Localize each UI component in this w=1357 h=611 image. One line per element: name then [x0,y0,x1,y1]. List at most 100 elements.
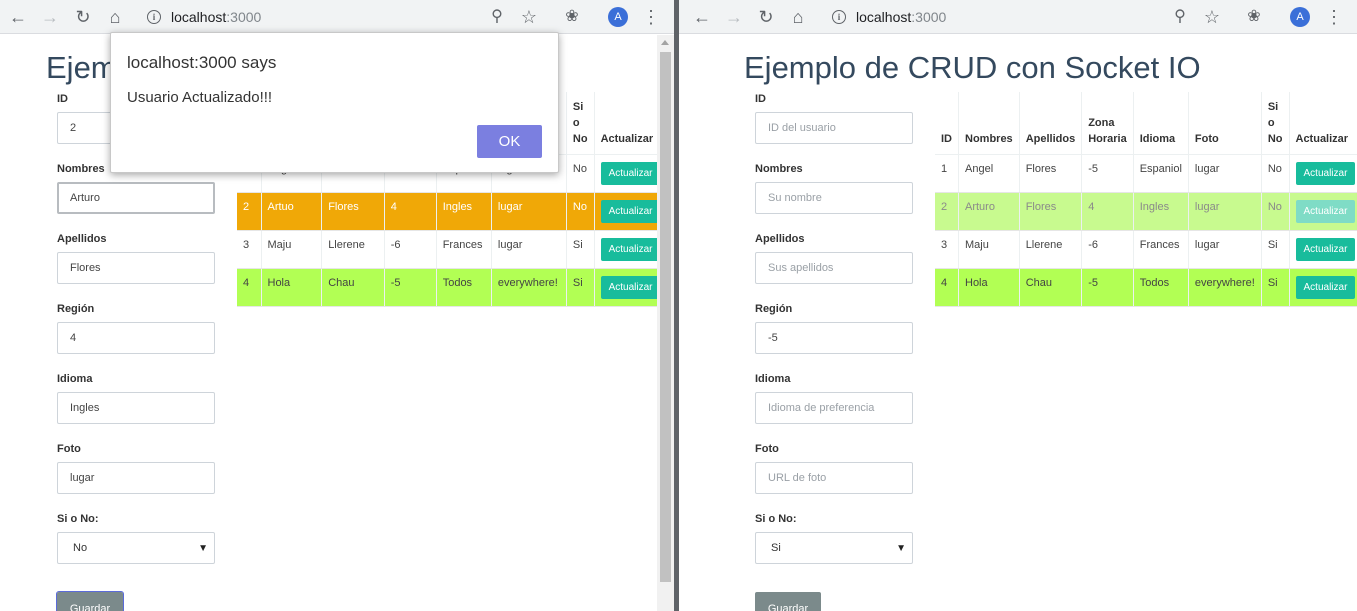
cell: Angel [958,154,1020,193]
cell: Llerene [321,230,385,269]
header-sino: Si o No [566,92,595,155]
alert-dialog: localhost:3000 says Usuario Actualizado!… [110,32,559,173]
menu-icon[interactable]: ⋮ [1322,5,1346,29]
apellidos-field[interactable] [755,252,913,284]
cell: Flores [321,192,385,231]
zoom-icon[interactable]: ⚲ [1168,5,1192,29]
actualizar-button[interactable]: Actualizar [1295,237,1356,261]
guardar-button[interactable]: Guardar [56,591,124,611]
cell: Si [1261,230,1290,269]
nombres-field[interactable] [755,182,913,214]
cell-action: Actualizar [1289,230,1357,269]
cell: Si [1261,268,1290,307]
url-host: localhost [856,9,912,25]
scroll-up-icon[interactable] [661,40,669,45]
apellidos-field[interactable] [57,252,215,284]
cell: Hola [958,268,1020,307]
id-field[interactable] [755,112,913,144]
cell: Flores [1019,154,1083,193]
cell-action: Actualizar [1289,154,1357,193]
star-icon[interactable]: ☆ [1200,5,1224,29]
extension-icon[interactable]: ❀ [1242,5,1266,29]
cell-action: Actualizar [1289,192,1357,231]
table-row: 3 Maju Llerene -6 Frances lugar Si Actua… [237,230,668,269]
idioma-field[interactable] [57,392,215,424]
cell: 2 [237,192,262,231]
cell: Flores [1019,192,1083,231]
cell: lugar [1188,192,1262,231]
cell: lugar [1188,154,1262,193]
cell: 1 [935,154,959,193]
forward-icon[interactable]: → [722,5,746,29]
back-icon[interactable]: ← [6,5,30,29]
dropdown-arrow-icon: ▼ [896,542,906,554]
header-apellidos: Apellidos [1019,92,1083,155]
dialog-title: localhost:3000 says [127,53,277,72]
reload-icon[interactable]: ↻ [71,5,95,29]
foto-field[interactable] [755,462,913,494]
actualizar-button[interactable]: Actualizar [1295,275,1356,299]
region-field[interactable] [755,322,913,354]
star-icon[interactable]: ☆ [517,5,541,29]
header-sino: Si o No [1261,92,1290,155]
header-nombres: Nombres [958,92,1020,155]
actualizar-button[interactable]: Actualizar [1295,199,1356,223]
page-content: Ejemplo de CRUD con Socket IO ID Nombres… [679,35,1357,611]
home-icon[interactable]: ⌂ [103,5,127,29]
extension-icon[interactable]: ❀ [560,5,584,29]
url-port: :3000 [226,9,262,25]
back-icon[interactable]: ← [690,5,714,29]
url-port: :3000 [911,9,947,25]
cell: Espaniol [1133,154,1189,193]
address-bar[interactable]: i localhost:3000 [137,3,577,31]
actualizar-button[interactable]: Actualizar [600,161,661,185]
cell: Si [566,268,595,307]
actualizar-button[interactable]: Actualizar [1295,161,1356,185]
browser-toolbar: ← → ↻ ⌂ i localhost:3000 ⚲ ☆ ❀ A ⋮ [0,0,674,34]
cell: Frances [1133,230,1189,269]
header-id: ID [935,92,959,155]
address-bar[interactable]: i localhost:3000 [822,3,1262,31]
avatar[interactable]: A [608,7,628,27]
info-icon[interactable]: i [832,10,846,24]
info-icon[interactable]: i [147,10,161,24]
menu-icon[interactable]: ⋮ [639,5,663,29]
cell: Frances [436,230,492,269]
avatar[interactable]: A [1290,7,1310,27]
idioma-field[interactable] [755,392,913,424]
ok-button[interactable]: OK [477,125,542,158]
scrollbar[interactable] [657,35,674,611]
cell: 4 [1081,192,1134,231]
browser-toolbar: ← → ↻ ⌂ i localhost:3000 ⚲ ☆ ❀ A ⋮ [679,0,1357,34]
foto-field[interactable] [57,462,215,494]
cell: No [1261,154,1290,193]
foto-label: Foto [755,443,779,455]
reload-icon[interactable]: ↻ [754,5,778,29]
page-title: Ejemplo de CRUD con Socket IO [744,50,1201,85]
header-idioma: Idioma [1133,92,1189,155]
idioma-label: Idioma [755,373,791,385]
sino-select[interactable]: No ▼ [57,532,215,564]
table-row-updated: 2 Arturo Flores 4 Ingles lugar No Actual… [935,192,1357,231]
scrollbar-thumb[interactable] [660,52,671,582]
guardar-button[interactable]: Guardar [755,592,821,611]
actualizar-button[interactable]: Actualizar [600,237,661,261]
forward-icon[interactable]: → [38,5,62,29]
sino-selected-value: Si [771,542,781,554]
actualizar-button[interactable]: Actualizar [600,275,661,299]
browser-window-left: ← → ↻ ⌂ i localhost:3000 ⚲ ☆ ❀ A ⋮ Ejemp… [0,0,674,611]
home-icon[interactable]: ⌂ [786,5,810,29]
nombres-field[interactable] [57,182,215,214]
region-field[interactable] [57,322,215,354]
header-zona: Zona Horaria [1081,92,1134,155]
actualizar-button[interactable]: Actualizar [600,199,661,223]
header-actualizar: Actualizar [1289,92,1357,155]
region-label: Región [755,303,793,315]
cell: Ingles [1133,192,1189,231]
cell: -6 [1081,230,1134,269]
cell-action: Actualizar [1289,268,1357,307]
sino-select[interactable]: Si ▼ [755,532,913,564]
zoom-icon[interactable]: ⚲ [485,5,509,29]
dropdown-arrow-icon: ▼ [198,542,208,554]
cell: Ingles [436,192,492,231]
